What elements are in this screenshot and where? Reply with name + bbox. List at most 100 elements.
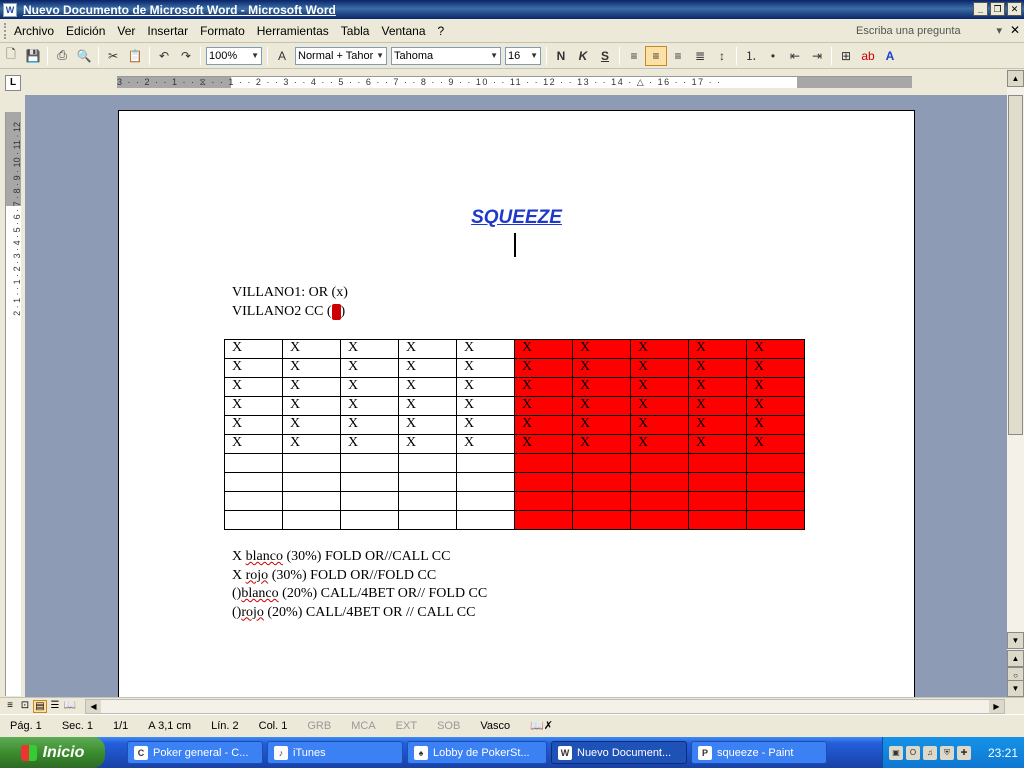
new-document-icon[interactable]: 🗋 — [0, 46, 22, 66]
legend-line-1[interactable]: X blanco (30%) FOLD OR//CALL CC — [232, 548, 487, 567]
grid-cell[interactable]: X — [398, 415, 457, 435]
grid-cell[interactable]: X — [630, 377, 689, 397]
grid-cell[interactable]: X — [456, 396, 515, 416]
grid-cell[interactable]: X — [688, 434, 747, 454]
outline-view-icon[interactable]: ☰ — [48, 700, 62, 713]
next-page-icon[interactable]: ▼ — [1007, 680, 1024, 697]
grid-cell[interactable] — [514, 491, 573, 511]
status-ext[interactable]: EXT — [386, 720, 427, 732]
underline-icon[interactable]: S — [594, 46, 616, 66]
grid-cell[interactable]: X — [456, 339, 515, 359]
grid-cell[interactable]: X — [688, 415, 747, 435]
security-icon[interactable]: ⛨ — [940, 745, 954, 760]
align-right-icon[interactable]: ≡ — [667, 46, 689, 66]
grid-cell[interactable]: X — [514, 358, 573, 378]
close-document-button[interactable]: ✕ — [1010, 23, 1020, 37]
italic-icon[interactable]: K — [572, 46, 594, 66]
menu-insertar[interactable]: Insertar — [141, 24, 194, 38]
grid-cell[interactable] — [456, 472, 515, 492]
document-area[interactable]: SQUEEZE VILLANO1: OR (x) VILLANO2 CC () … — [25, 95, 1007, 697]
grid-cell[interactable] — [456, 491, 515, 511]
grid-cell[interactable]: X — [456, 377, 515, 397]
grid-cell[interactable]: X — [398, 396, 457, 416]
grid-cell[interactable] — [224, 453, 283, 473]
grid-cell[interactable]: X — [398, 339, 457, 359]
grid-cell[interactable] — [224, 510, 283, 530]
grid-cell[interactable] — [282, 472, 341, 492]
legend-line-3[interactable]: ()blanco (20%) CALL/4BET OR// FOLD CC — [232, 585, 487, 604]
grid-cell[interactable]: X — [630, 339, 689, 359]
highlight-icon[interactable]: ab — [857, 46, 879, 66]
grid-cell[interactable]: X — [340, 434, 399, 454]
font-size-combo[interactable]: 16 ▼ — [505, 46, 541, 65]
clock[interactable]: 23:21 — [988, 746, 1018, 760]
grid-cell[interactable]: X — [630, 415, 689, 435]
increase-indent-icon[interactable]: ⇥ — [806, 46, 828, 66]
menu-edicion[interactable]: Edición — [60, 24, 111, 38]
grid-cell[interactable] — [224, 491, 283, 511]
grid-cell[interactable] — [630, 472, 689, 492]
menu-tabla[interactable]: Tabla — [335, 24, 376, 38]
bullets-icon[interactable]: • — [762, 46, 784, 66]
grid-cell[interactable] — [688, 510, 747, 530]
spelling-status-icon[interactable]: 📖✗ — [520, 719, 563, 732]
start-button[interactable]: Inicio — [0, 737, 105, 768]
grid-cell[interactable]: X — [282, 396, 341, 416]
scroll-left-icon[interactable]: ◀ — [86, 700, 101, 713]
grid-cell[interactable]: X — [282, 339, 341, 359]
grid-cell[interactable]: X — [224, 339, 283, 359]
grid-cell[interactable] — [282, 453, 341, 473]
grid-cell[interactable]: X — [398, 377, 457, 397]
redo-icon[interactable]: ↷ — [175, 46, 197, 66]
numbering-icon[interactable]: ⒈ — [740, 46, 762, 66]
grid-cell[interactable]: X — [688, 339, 747, 359]
font-combo[interactable]: Tahoma ▼ — [391, 46, 501, 65]
normal-view-icon[interactable]: ≡ — [3, 700, 17, 713]
chevron-down-icon[interactable]: ▼ — [530, 51, 538, 60]
decrease-indent-icon[interactable]: ⇤ — [784, 46, 806, 66]
grid-cell[interactable] — [514, 510, 573, 530]
grid-cell[interactable] — [688, 453, 747, 473]
grid-cell[interactable] — [630, 491, 689, 511]
previous-page-icon[interactable]: ▲ — [1007, 650, 1024, 667]
grid-cell[interactable]: X — [340, 415, 399, 435]
grid-cell[interactable]: X — [630, 434, 689, 454]
horizontal-scrollbar[interactable]: ◀ ▶ — [85, 699, 1005, 714]
grid-cell[interactable]: X — [514, 396, 573, 416]
grid-cell[interactable]: X — [340, 377, 399, 397]
grid-cell[interactable] — [746, 491, 805, 511]
grid-cell[interactable]: X — [572, 377, 631, 397]
grid-cell[interactable] — [572, 453, 631, 473]
grid-cell[interactable]: X — [630, 358, 689, 378]
task-poker-general[interactable]: C Poker general - C... — [127, 741, 263, 764]
grid-cell[interactable] — [224, 472, 283, 492]
grid-cell[interactable] — [398, 472, 457, 492]
ruler-scale[interactable]: 3 · · 2 · · 1 · · ⧖ · · 1 · · 2 · · 3 · … — [117, 76, 912, 88]
status-sob[interactable]: SOB — [427, 720, 470, 732]
grid-cell[interactable] — [456, 510, 515, 530]
print-layout-icon[interactable]: ▤ — [33, 700, 47, 713]
grid-cell[interactable]: X — [282, 415, 341, 435]
grid-cell[interactable] — [572, 491, 631, 511]
word-app-icon[interactable]: W — [3, 2, 17, 17]
antivirus-icon[interactable]: ✚ — [957, 745, 971, 760]
borders-icon[interactable]: ⊞ — [835, 46, 857, 66]
bold-icon[interactable]: N — [550, 46, 572, 66]
status-grb[interactable]: GRB — [297, 720, 341, 732]
grid-cell[interactable]: X — [224, 434, 283, 454]
grid-cell[interactable] — [456, 453, 515, 473]
print-icon[interactable]: ⎙ — [51, 46, 73, 66]
grid-cell[interactable]: X — [456, 358, 515, 378]
menu-ventana[interactable]: Ventana — [375, 24, 431, 38]
grid-cell[interactable] — [282, 510, 341, 530]
grid-cell[interactable]: X — [340, 358, 399, 378]
scroll-thumb[interactable] — [1008, 95, 1023, 435]
grid-cell[interactable]: X — [224, 377, 283, 397]
grid-cell[interactable] — [630, 453, 689, 473]
chevron-down-icon[interactable]: ▾ — [996, 24, 1002, 37]
paste-icon[interactable]: 📋 — [124, 46, 146, 66]
grid-cell[interactable]: X — [224, 358, 283, 378]
chevron-down-icon[interactable]: ▼ — [376, 51, 384, 60]
styles-icon[interactable]: A — [271, 46, 293, 66]
grid-cell[interactable] — [746, 453, 805, 473]
